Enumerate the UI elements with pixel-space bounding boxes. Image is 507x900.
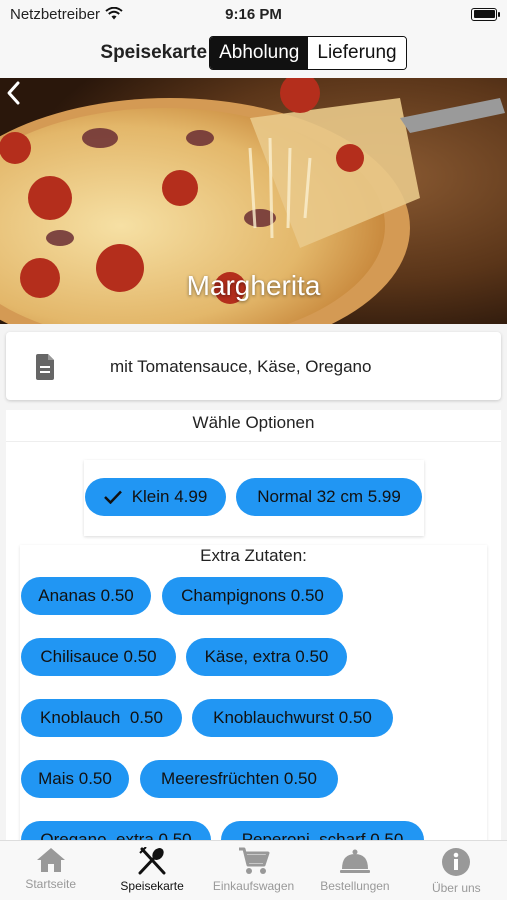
product-description: mit Tomatensauce, Käse, Oregano [110,357,372,376]
home-icon [36,848,65,872]
extra-chip-knoblauch[interactable]: Knoblauch 0.50 [21,699,182,737]
extra-chip-ananas[interactable]: Ananas 0.50 [21,577,151,615]
extra-chip-label: Champignons 0.50 [181,586,324,605]
tab-bestellungen[interactable]: Bestellungen [304,841,405,900]
back-chevron-icon[interactable] [0,78,30,108]
extra-chip-label: Chilisauce 0.50 [40,647,157,666]
delivery-mode-segmented-control: Abholung Lieferung [209,36,407,70]
extra-chip-label: Mais 0.50 [38,769,112,788]
extra-chip-chilisauce[interactable]: Chilisauce 0.50 [21,638,176,676]
size-chip-klein[interactable]: Klein 4.99 [85,478,226,516]
extra-chip-label: Knoblauchwurst 0.50 [213,708,372,727]
cart-icon [238,847,270,874]
size-options-box: Klein 4.99 Normal 32 cm 5.99 [84,460,424,536]
divider [6,441,501,442]
options-title: Wähle Optionen [192,413,315,432]
segment-lieferung[interactable]: Lieferung [308,37,406,69]
wifi-icon [105,7,123,20]
size-chip-normal[interactable]: Normal 32 cm 5.99 [236,478,422,516]
product-name: Margherita [186,270,321,301]
extra-chip-kaese-extra[interactable]: Käse, extra 0.50 [186,638,347,676]
extra-chip-label: Meeresfrüchten 0.50 [161,769,317,788]
extra-chip-meeresfruechten[interactable]: Meeresfrüchten 0.50 [140,760,338,798]
tab-label: Speisekarte [120,879,184,893]
document-icon [36,354,54,380]
tab-startseite[interactable]: Startseite [0,841,101,900]
status-bar: Netzbetreiber 9:16 PM [0,0,507,28]
extra-chip-champignons[interactable]: Champignons 0.50 [162,577,343,615]
extra-chip-label: Käse, extra 0.50 [204,647,329,666]
tab-label: Einkaufswagen [212,879,295,893]
info-icon [442,848,471,876]
tab-bar: Startseite Speisekarte Einkaufswagen Bes… [0,840,507,900]
product-hero-image: Margherita [0,78,507,324]
extra-chip-knoblauchwurst[interactable]: Knoblauchwurst 0.50 [192,699,393,737]
tab-ueber-uns[interactable]: Über uns [406,841,507,900]
tab-einkaufswagen[interactable]: Einkaufswagen [203,841,304,900]
extra-chip-label: Knoblauch 0.50 [40,708,163,727]
cloche-icon [339,849,370,873]
extra-chip-label: Ananas 0.50 [38,586,134,605]
nav-bar: Speisekarte Abholung Lieferung [0,28,507,78]
extra-chip-mais[interactable]: Mais 0.50 [21,760,129,798]
page-title: Speisekarte [100,42,208,63]
description-card: mit Tomatensauce, Käse, Oregano [6,332,501,400]
tab-speisekarte[interactable]: Speisekarte [101,841,202,900]
tab-label: Über uns [431,881,481,895]
options-section: Wähle Optionen Klein 4.99 Normal 32 cm 5… [6,410,501,859]
status-left: Netzbetreiber [10,6,123,23]
checkmark-icon [103,490,122,504]
tab-label: Startseite [25,877,77,891]
cutlery-icon [138,847,166,875]
size-chip-label: Klein 4.99 [131,487,208,506]
extras-title: Extra Zutaten: [200,546,307,565]
extras-box: Extra Zutaten: Ananas 0.50 Champignons 0… [20,545,487,859]
status-time: 9:16 PM [225,5,282,23]
size-chip-label: Normal 32 cm 5.99 [257,487,401,506]
battery-icon [471,7,500,21]
tab-label: Bestellungen [320,879,390,893]
segment-abholung[interactable]: Abholung [210,37,309,69]
carrier-label: Netzbetreiber [10,5,101,23]
